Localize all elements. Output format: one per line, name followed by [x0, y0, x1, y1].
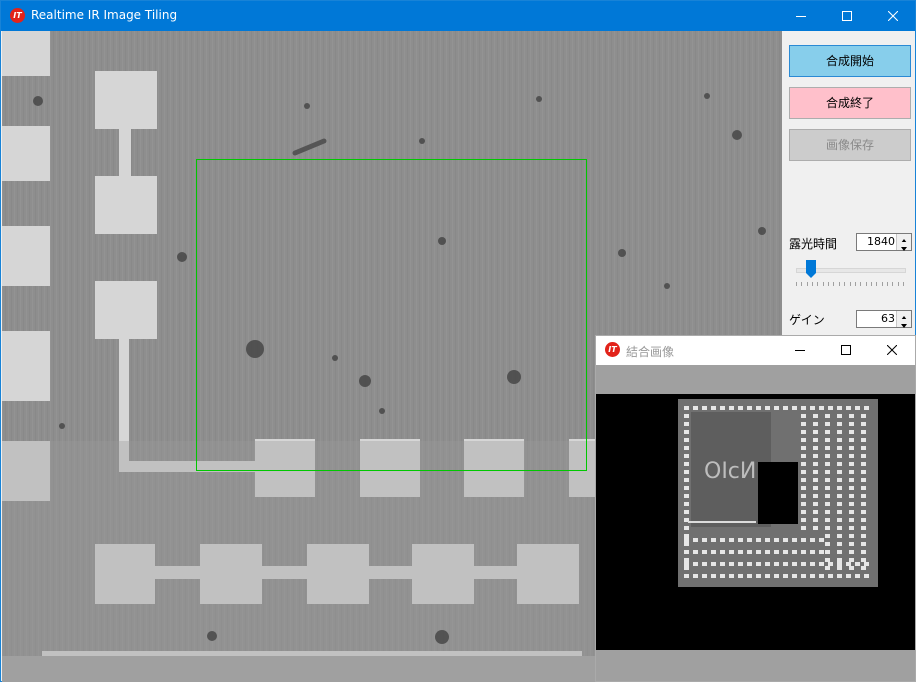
gain-spinner[interactable]: 63	[856, 310, 912, 328]
combined-image-window: IT 結合画像 OIсИ	[595, 335, 916, 682]
save-image-button[interactable]: 画像保存	[789, 129, 911, 161]
exposure-slider-thumb[interactable]	[805, 260, 816, 278]
exposure-value: 1840	[867, 235, 895, 248]
exposure-spinner[interactable]: 1840	[856, 233, 912, 251]
end-compose-button[interactable]: 合成終了	[789, 87, 911, 119]
minimize-icon	[795, 350, 805, 351]
sub-top-strip	[596, 365, 915, 394]
minimize-icon	[796, 16, 806, 17]
gain-label: ゲイン	[789, 313, 825, 327]
status-strip	[2, 656, 597, 682]
maximize-icon	[841, 345, 851, 355]
close-button[interactable]	[870, 1, 916, 31]
control-panel: 合成開始 合成終了 画像保存 露光時間 1840 ゲイン 63	[782, 31, 915, 336]
exposure-down-button[interactable]	[897, 242, 911, 251]
start-compose-button[interactable]: 合成開始	[789, 45, 911, 77]
maximize-button[interactable]	[824, 1, 870, 31]
app-logo-icon: IT	[10, 8, 25, 23]
sub-title-bar[interactable]: IT 結合画像	[596, 336, 915, 365]
arrow-down-icon	[901, 247, 907, 251]
app-logo-icon: IT	[605, 342, 620, 357]
sub-close-button[interactable]	[869, 336, 915, 365]
sub-bottom-strip	[596, 650, 915, 681]
maximize-icon	[842, 11, 852, 21]
stitched-chip-image: OIсИ	[678, 399, 878, 587]
window-title: Realtime IR Image Tiling	[31, 8, 178, 22]
sub-maximize-button[interactable]	[823, 336, 869, 365]
sub-minimize-button[interactable]	[777, 336, 823, 365]
close-icon	[887, 345, 897, 355]
main-title-bar[interactable]: IT Realtime IR Image Tiling	[1, 1, 915, 31]
exposure-label: 露光時間	[789, 237, 838, 251]
chip-marking: OIсИ	[704, 459, 756, 484]
gain-down-button[interactable]	[897, 319, 911, 328]
sub-window-title: 結合画像	[626, 345, 675, 359]
close-icon	[888, 11, 898, 21]
arrow-down-icon	[901, 324, 907, 328]
slider-ticks	[796, 282, 904, 286]
gain-value: 63	[881, 312, 895, 325]
combined-image-canvas[interactable]: OIсИ	[596, 394, 915, 650]
minimize-button[interactable]	[778, 1, 824, 31]
